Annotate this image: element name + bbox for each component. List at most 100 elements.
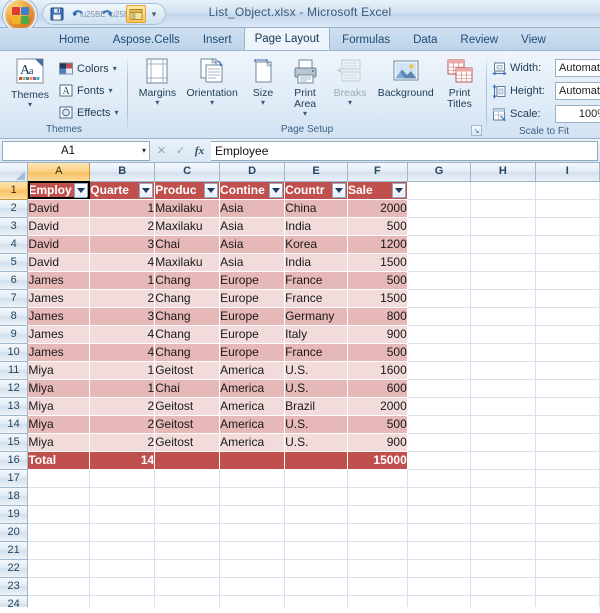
table-header-cell[interactable] [535,181,600,200]
grid-cell[interactable]: James [27,307,91,326]
grid-cell[interactable] [535,577,600,596]
print-area-button[interactable]: Print Area ▾ [284,55,327,118]
total-row-cell[interactable]: 15000 [347,451,408,470]
grid-cell[interactable] [407,379,472,398]
grid-cell[interactable]: 4 [89,343,156,362]
column-header-E[interactable]: E [284,163,348,182]
grid-cell[interactable]: Asia [219,217,286,236]
grid-cell[interactable]: Europe [219,343,286,362]
redo-dropdown[interactable]: \u25BE [108,5,134,23]
grid-cell[interactable] [219,523,286,542]
customize-qat-button[interactable]: ▾ [147,5,161,23]
grid-cell[interactable]: 2 [89,397,156,416]
grid-cell[interactable]: Asia [219,253,286,272]
orientation-button[interactable]: Orientation ▾ [182,55,243,107]
grid-cell[interactable] [154,559,221,578]
grid-cell[interactable] [407,415,472,434]
insert-function-icon[interactable]: fx [191,142,208,160]
grid-cell[interactable] [284,469,348,488]
column-header-G[interactable]: G [407,163,472,182]
margins-button[interactable]: Margins ▾ [133,55,182,107]
grid-cell[interactable] [89,523,156,542]
grid-cell[interactable] [470,469,536,488]
grid-cell[interactable]: James [27,325,91,344]
row-header-6[interactable]: 6 [0,271,29,290]
grid-cell[interactable] [535,415,600,434]
grid-cell[interactable]: James [27,343,91,362]
filter-dropdown-icon[interactable] [331,182,346,198]
grid-cell[interactable]: Miya [27,415,91,434]
grid-cell[interactable]: 900 [347,433,408,452]
tab-home[interactable]: Home [48,29,101,50]
filter-dropdown-icon[interactable] [391,182,406,198]
grid-cell[interactable] [89,595,156,607]
grid-cell[interactable]: David [27,235,91,254]
grid-cell[interactable] [470,253,536,272]
grid-cell[interactable]: David [27,253,91,272]
grid-cell[interactable] [470,235,536,254]
grid-cell[interactable] [347,541,408,560]
grid-cell[interactable]: David [27,199,91,218]
grid-cell[interactable] [27,487,91,506]
grid-cell[interactable] [407,469,472,488]
grid-cell[interactable] [407,271,472,290]
grid-cell[interactable] [407,487,472,506]
grid-cell[interactable] [347,595,408,607]
grid-cell[interactable]: Maxilaku [154,253,221,272]
grid-cell[interactable]: Maxilaku [154,199,221,218]
grid-cell[interactable] [219,577,286,596]
grid-cell[interactable] [470,415,536,434]
grid-cell[interactable]: Korea [284,235,348,254]
grid-cell[interactable]: 2000 [347,199,408,218]
grid-cell[interactable]: Chang [154,289,221,308]
grid-cell[interactable]: Europe [219,289,286,308]
grid-cell[interactable]: Italy [284,325,348,344]
grid-cell[interactable] [470,379,536,398]
row-header-11[interactable]: 11 [0,361,29,380]
grid-cell[interactable] [284,559,348,578]
grid-cell[interactable]: Chang [154,325,221,344]
grid-cell[interactable] [470,217,536,236]
tab-page-layout[interactable]: Page Layout [243,27,331,50]
grid-cell[interactable]: 500 [347,217,408,236]
grid-cell[interactable]: 1 [89,361,156,380]
total-row-cell[interactable] [154,451,221,470]
grid-cell[interactable]: 900 [347,325,408,344]
grid-cell[interactable] [89,469,156,488]
tab-view[interactable]: View [510,29,557,50]
grid-cell[interactable] [284,595,348,607]
table-header-cell[interactable]: Employ [27,181,91,200]
grid-cell[interactable] [470,361,536,380]
grid-cell[interactable] [407,577,472,596]
filter-dropdown-icon[interactable] [74,182,89,198]
grid-cell[interactable] [219,487,286,506]
column-header-F[interactable]: F [347,163,408,182]
grid-cell[interactable] [407,325,472,344]
grid-cell[interactable] [219,541,286,560]
grid-cell[interactable]: America [219,433,286,452]
grid-cell[interactable] [535,307,600,326]
grid-cell[interactable] [535,325,600,344]
grid-cell[interactable] [470,343,536,362]
grid-cell[interactable] [535,271,600,290]
grid-cell[interactable]: France [284,289,348,308]
table-header-cell[interactable] [407,181,472,200]
table-header-cell[interactable] [470,181,536,200]
grid-cell[interactable] [407,343,472,362]
grid-cell[interactable] [407,199,472,218]
grid-cell[interactable] [347,559,408,578]
grid-cell[interactable] [154,469,221,488]
grid-cell[interactable]: 1500 [347,289,408,308]
grid-cell[interactable] [89,559,156,578]
grid-cell[interactable] [27,541,91,560]
grid-cell[interactable] [89,505,156,524]
grid-cell[interactable] [154,487,221,506]
fit-width-input[interactable]: Automat [554,59,600,77]
grid-cell[interactable]: Miya [27,397,91,416]
print-titles-button[interactable]: Print Titles [438,55,481,110]
grid-cell[interactable] [27,577,91,596]
theme-colors-button[interactable]: Colors ▾ [56,58,121,79]
breaks-button[interactable]: Breaks ▾ [327,55,374,107]
grid-cell[interactable] [535,595,600,607]
grid-cell[interactable] [407,397,472,416]
